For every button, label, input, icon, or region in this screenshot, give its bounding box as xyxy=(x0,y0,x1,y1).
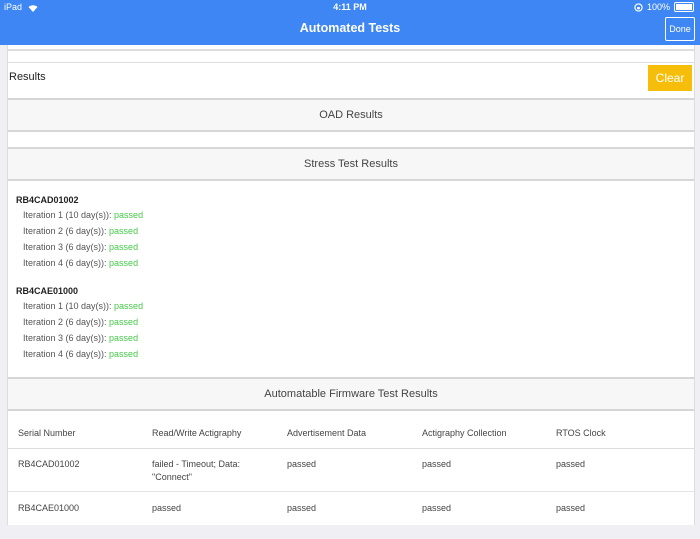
done-button[interactable]: Done xyxy=(665,17,695,41)
column-header: RTOS Clock xyxy=(556,428,606,438)
battery-percent: 100% xyxy=(646,2,670,12)
stress-iteration: Iteration 1 (10 day(s)): passed xyxy=(23,210,144,220)
table-cell: passed xyxy=(287,459,317,469)
column-header: Advertisement Data xyxy=(287,428,367,438)
results-panel: Results Clear OAD Results Stress Test Re… xyxy=(7,45,695,525)
table-cell: RB4CAE01000 xyxy=(18,503,80,513)
oad-results-header: OAD Results xyxy=(8,98,694,132)
table-cell: passed xyxy=(422,459,452,469)
stress-device-serial: RB4CAD01002 xyxy=(16,195,79,205)
column-header: Read/Write Actigraphy xyxy=(152,428,242,438)
stress-iteration: Iteration 3 (6 day(s)): passed xyxy=(23,333,139,343)
stress-iteration: Iteration 1 (10 day(s)): passed xyxy=(23,301,144,311)
table-row: RB4CAE01000 passed passed passed passed xyxy=(8,499,694,539)
column-header: Actigraphy Collection xyxy=(422,428,507,438)
divider xyxy=(8,49,694,51)
status-right: 100% xyxy=(634,2,694,12)
status-bar: iPad 4:11 PM 100% xyxy=(0,0,700,12)
results-label: Results xyxy=(9,71,46,83)
stress-iteration: Iteration 4 (6 day(s)): passed xyxy=(23,258,139,268)
firmware-results-header: Automatable Firmware Test Results xyxy=(8,377,694,411)
table-row: RB4CAD01002 failed - Timeout; Data: "Con… xyxy=(8,455,694,495)
table-cell: RB4CAD01002 xyxy=(18,459,80,469)
table-cell: passed xyxy=(556,503,586,513)
column-header: Serial Number xyxy=(18,428,76,438)
table-cell: failed - Timeout; Data: "Connect" xyxy=(152,459,241,482)
table-cell: passed xyxy=(287,503,317,513)
navigation-bar: iPad 4:11 PM 100% Automated Tests Done xyxy=(0,0,700,45)
row-divider xyxy=(8,491,694,492)
table-cell: passed xyxy=(152,503,182,513)
clear-button[interactable]: Clear xyxy=(648,65,692,91)
stress-device-serial: RB4CAE01000 xyxy=(16,286,79,296)
results-header: Results Clear xyxy=(8,62,694,93)
stress-results-header: Stress Test Results xyxy=(8,147,694,181)
rotation-lock-icon xyxy=(634,2,643,12)
page-title: Automated Tests xyxy=(299,21,401,35)
stress-iteration: Iteration 3 (6 day(s)): passed xyxy=(23,242,139,252)
stress-iteration: Iteration 2 (6 day(s)): passed xyxy=(23,317,139,327)
table-header: Serial Number Read/Write Actigraphy Adve… xyxy=(8,418,694,449)
table-cell: passed xyxy=(422,503,452,513)
stress-iteration: Iteration 4 (6 day(s)): passed xyxy=(23,349,139,359)
stress-iteration: Iteration 2 (6 day(s)): passed xyxy=(23,226,139,236)
status-time: 4:11 PM xyxy=(333,2,367,12)
table-cell: passed xyxy=(556,459,586,469)
battery-icon xyxy=(674,2,694,12)
